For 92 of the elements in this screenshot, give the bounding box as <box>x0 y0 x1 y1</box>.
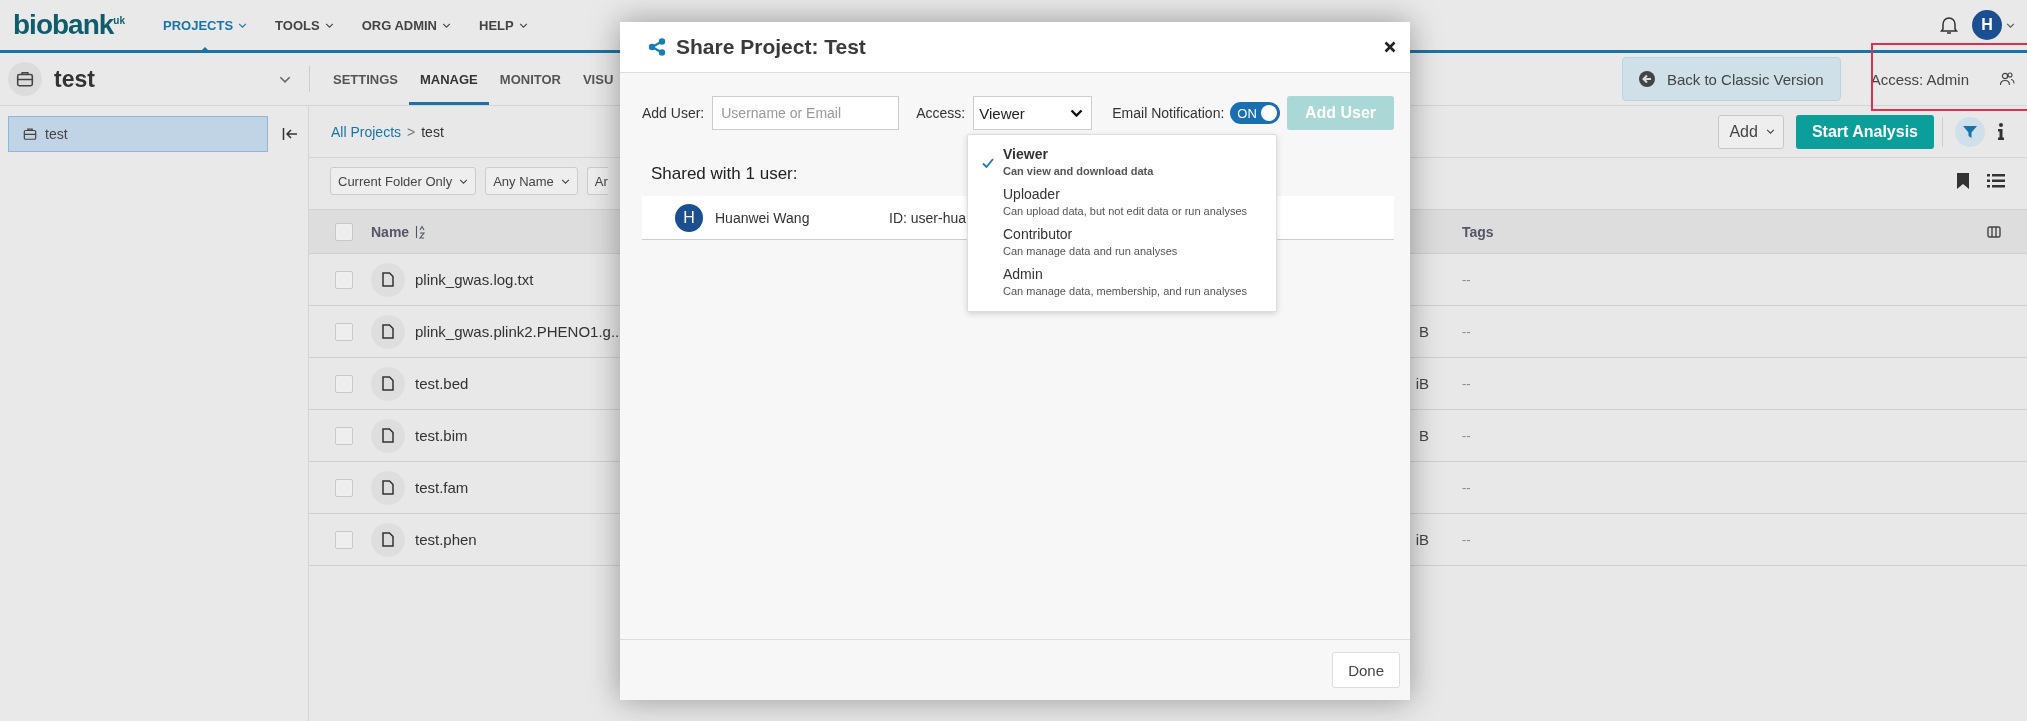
tags-cell-text: -- <box>1462 376 1472 391</box>
tags-cell-text: -- <box>1462 272 1472 287</box>
field-label: Email Notification: <box>1112 105 1225 121</box>
file-name[interactable]: test.bed <box>415 375 469 392</box>
project-tab[interactable]: MONITOR <box>488 53 572 105</box>
list-icon[interactable] <box>1987 174 2005 188</box>
column-header[interactable]: Name <box>371 223 410 240</box>
breadcrumb-current: test <box>421 123 444 140</box>
field-label: Add User: <box>642 105 705 121</box>
bookmark-icon[interactable] <box>1957 173 1969 189</box>
share-icon <box>648 38 666 56</box>
user-input-field[interactable]: Username or Email <box>712 96 900 130</box>
caret-icon <box>1765 129 1775 134</box>
user-avatar: H <box>675 203 703 232</box>
access-option[interactable]: Admin Can manage data, membership, and run analyses <box>968 263 1276 303</box>
row-checkbox[interactable] <box>335 374 353 393</box>
briefcase-icon <box>23 127 37 141</box>
file-name[interactable]: test.phen <box>415 531 477 548</box>
caret-icon <box>324 22 334 28</box>
row-checkbox[interactable] <box>335 478 353 497</box>
tree-item[interactable]: test <box>8 116 268 152</box>
field-label: Access: <box>916 105 966 121</box>
file-icon <box>382 532 394 547</box>
row-checkbox[interactable] <box>335 270 353 289</box>
access-option[interactable]: Uploader Can upload data, but not edit data or run analyses <box>968 183 1276 223</box>
caret-icon <box>442 22 451 28</box>
brand-logo[interactable]: biobank$^{uk}$ <box>13 9 125 41</box>
access-option[interactable]: Contributor Can manage data and run analyses <box>968 223 1276 263</box>
briefcase-icon <box>16 70 34 88</box>
bell-icon[interactable] <box>1940 15 1958 35</box>
table-cell: B <box>1419 427 1429 444</box>
table-cell: B <box>1419 323 1429 340</box>
project-tab[interactable]: VISU <box>571 53 614 105</box>
caret-icon <box>238 22 248 28</box>
tags-cell-text: -- <box>1462 428 1472 443</box>
caret-icon <box>279 75 291 83</box>
table-cell: iB <box>1415 531 1429 548</box>
back-classic-button[interactable]: Back to Classic Version <box>1621 57 1841 101</box>
tags-cell-text: -- <box>1462 324 1472 339</box>
collapse-icon[interactable] <box>282 127 298 141</box>
table-cell: iB <box>1415 375 1429 392</box>
dialog-title: Share Project: Test <box>676 35 866 59</box>
tags-cell-text: -- <box>1462 532 1472 547</box>
row-checkbox[interactable] <box>335 426 353 445</box>
chevron-down-icon <box>1070 109 1084 117</box>
nav-menu[interactable]: TOOLS <box>261 0 348 50</box>
filter-dropdown[interactable]: Any Name <box>485 167 578 195</box>
row-checkbox[interactable] <box>335 530 353 549</box>
project-tab[interactable]: SETTINGS <box>322 53 409 105</box>
access-option[interactable]: Viewer Can view and download data <box>968 143 1276 183</box>
file-name[interactable]: plink_gwas.log.txt <box>415 271 534 288</box>
caret-icon <box>518 22 528 28</box>
caret-icon <box>560 178 570 184</box>
column-header[interactable]: Tags <box>1462 223 1987 240</box>
nav-menu[interactable]: PROJECTS <box>149 0 262 50</box>
project-name: test <box>54 65 95 93</box>
caret-icon <box>2006 22 2015 28</box>
columns-icon[interactable] <box>1987 225 2001 238</box>
info-icon[interactable] <box>1997 123 2005 140</box>
check-icon <box>982 158 994 168</box>
file-icon <box>382 376 394 391</box>
caret-icon <box>459 178 469 184</box>
filter-dropdown[interactable]: Ar <box>586 167 608 195</box>
file-icon <box>382 272 394 287</box>
file-icon <box>382 324 394 339</box>
file-name[interactable]: test.fam <box>415 479 469 496</box>
filter-icon[interactable] <box>1955 116 1985 147</box>
member-id: ID: user-hua <box>889 209 967 226</box>
file-name[interactable]: plink_gwas.plink2.PHENO1.g.. <box>415 323 620 340</box>
file-name[interactable]: test.bim <box>415 427 468 444</box>
email-toggle[interactable]: ON <box>1230 102 1280 124</box>
done-button[interactable]: Done <box>1332 652 1400 688</box>
member-name: Huanwei Wang <box>715 209 810 226</box>
sort-icon[interactable] <box>415 224 426 239</box>
nav-menu[interactable]: HELP <box>465 0 542 50</box>
tags-cell-text: -- <box>1462 480 1472 495</box>
shared-heading: Shared with 1 user: <box>651 164 798 185</box>
file-icon <box>382 428 394 443</box>
users-icon[interactable] <box>1999 71 2015 87</box>
access-select[interactable]: Viewer <box>973 96 1093 130</box>
row-checkbox[interactable] <box>335 322 353 341</box>
breadcrumb-separator: > <box>407 123 416 140</box>
file-icon <box>382 480 394 495</box>
close-icon[interactable] <box>1384 41 1396 53</box>
breadcrumb-link[interactable]: All Projects <box>331 123 402 140</box>
filter-dropdown[interactable]: Current Folder Only <box>330 167 477 195</box>
back-arrow-icon <box>1638 71 1655 87</box>
user-avatar[interactable]: H <box>1972 10 2002 40</box>
row-checkbox[interactable] <box>335 222 353 241</box>
nav-menu[interactable]: ORG ADMIN <box>347 0 465 50</box>
add-dropdown[interactable]: Add <box>1718 114 1784 149</box>
access-level: Access: Admin <box>1870 70 1969 88</box>
